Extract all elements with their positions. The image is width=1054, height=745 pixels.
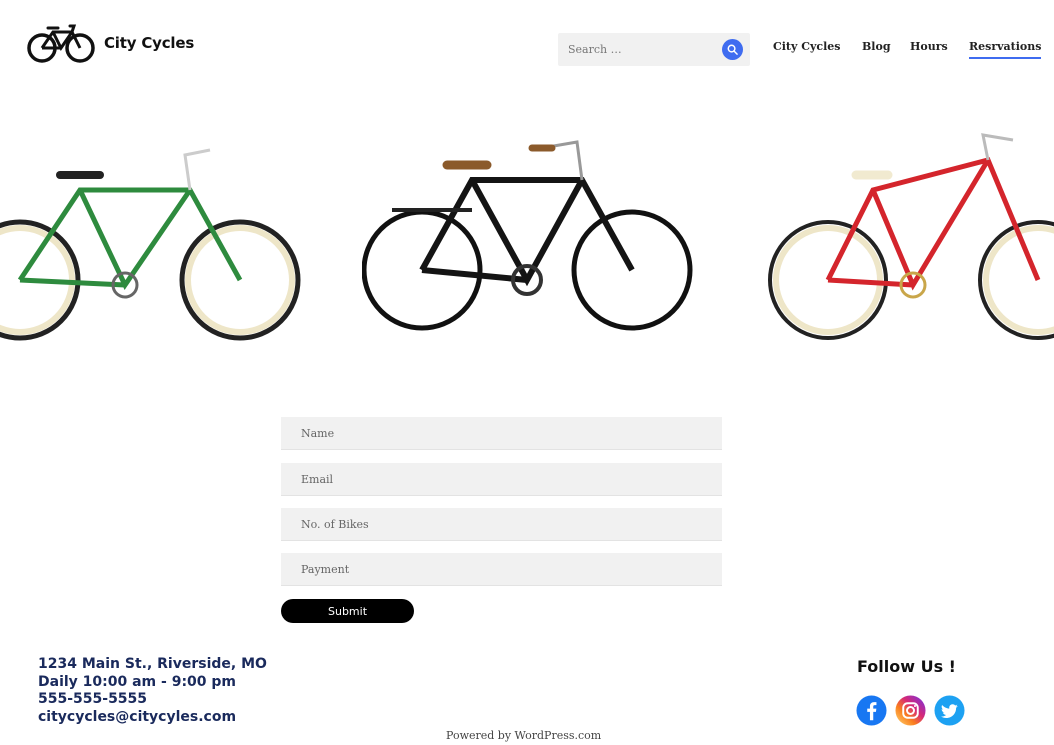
- search-input[interactable]: [558, 33, 718, 66]
- green-bike-image: [0, 148, 301, 341]
- email-field[interactable]: [281, 463, 722, 496]
- submit-button[interactable]: Submit: [281, 599, 414, 623]
- nav-item-hours[interactable]: Hours: [910, 40, 948, 53]
- black-bike-image: [362, 140, 693, 331]
- brand-name: City Cycles: [104, 34, 195, 52]
- red-bike-image: [768, 133, 1054, 340]
- search-icon: [727, 44, 738, 55]
- powered-by-text[interactable]: Powered by WordPress.com: [446, 729, 601, 742]
- powered-by-link[interactable]: Powered by WordPress.com: [446, 729, 601, 742]
- nav-item-reservations[interactable]: Resrvations: [969, 40, 1042, 59]
- contact-info: 1234 Main St., Riverside, MO Daily 10:00…: [38, 656, 267, 726]
- email-text: citycycles@citycyles.com: [38, 708, 237, 725]
- phone-text: 555-555-5555: [38, 691, 148, 708]
- site-logo[interactable]: City Cycles: [26, 22, 194, 64]
- bicycle-logo-icon: [27, 24, 95, 63]
- search-button[interactable]: [722, 39, 743, 60]
- nav-item-blog[interactable]: Blog: [862, 40, 891, 53]
- facebook-icon[interactable]: [856, 695, 887, 726]
- search-form: [558, 33, 750, 66]
- name-field[interactable]: [281, 417, 722, 450]
- hours-text: Daily 10:00 am - 9:00 pm: [38, 673, 237, 690]
- payment-field[interactable]: [281, 553, 722, 586]
- nav-item-city-cycles[interactable]: City Cycles: [773, 40, 840, 53]
- address-text: 1234 Main St., Riverside, MO: [38, 656, 267, 672]
- instagram-icon[interactable]: [895, 695, 926, 726]
- follow-heading: Follow Us !: [857, 657, 956, 676]
- twitter-icon[interactable]: [934, 695, 965, 726]
- bikes-count-field[interactable]: [281, 508, 722, 541]
